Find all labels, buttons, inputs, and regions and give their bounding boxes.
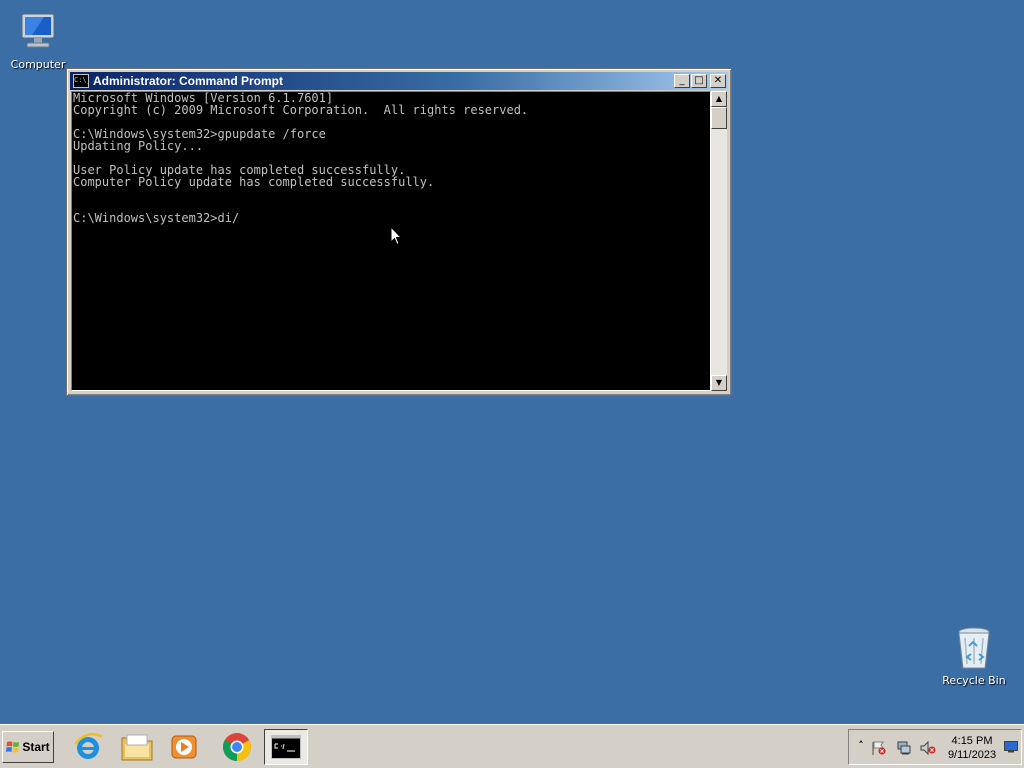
taskbar-app-internet-explorer[interactable]: [66, 729, 110, 765]
desktop-icon-label: Computer: [10, 58, 66, 71]
taskbar: Start ˄ 4:15 PM 9/11/2023: [0, 724, 1024, 768]
start-button[interactable]: Start: [2, 731, 54, 763]
system-clock[interactable]: 4:15 PM 9/11/2023: [941, 734, 1003, 762]
scroll-down-button[interactable]: ▼: [711, 375, 727, 391]
desktop-icon-recycle-bin[interactable]: Recycle Bin: [936, 624, 1012, 687]
internet-explorer-icon: [74, 732, 103, 759]
console-line: Computer Policy update has completed suc…: [73, 175, 435, 189]
recycle-bin-icon: [958, 627, 990, 669]
close-button[interactable]: ✕: [710, 74, 726, 88]
command-prompt-icon: [271, 735, 301, 759]
console-prompt-line[interactable]: C:\Windows\system32>di/: [72, 212, 710, 224]
vertical-scrollbar[interactable]: ▲ ▼: [711, 91, 727, 391]
show-desktop-icon[interactable]: [1004, 741, 1018, 753]
mouse-cursor-icon: [390, 226, 402, 246]
console-line: Copyright (c) 2009 Microsoft Corporation…: [73, 103, 529, 117]
taskbar-app-media-player[interactable]: [162, 729, 206, 765]
media-player-icon: [171, 735, 197, 759]
network-icon[interactable]: [896, 741, 912, 755]
desktop-icon-computer[interactable]: Computer: [0, 8, 76, 71]
action-center-flag-icon[interactable]: [871, 741, 887, 755]
start-label: Start: [22, 740, 50, 754]
scroll-up-button[interactable]: ▲: [711, 91, 727, 107]
volume-muted-icon[interactable]: [920, 741, 936, 755]
computer-icon: [21, 13, 55, 48]
scroll-thumb[interactable]: [711, 107, 727, 129]
command-prompt-icon: C:\_: [73, 74, 89, 88]
taskbar-app-command-prompt[interactable]: [264, 729, 308, 765]
taskbar-app-chrome[interactable]: [215, 729, 259, 765]
console-line: Updating Policy...: [73, 139, 204, 153]
window-controls: _ □ ✕: [673, 74, 726, 88]
clock-time: 4:15 PM: [951, 735, 993, 747]
chrome-icon: [223, 733, 251, 761]
taskbar-app-windows-explorer[interactable]: [115, 729, 159, 765]
maximize-button[interactable]: □: [691, 74, 707, 88]
windows-logo-icon: [6, 741, 20, 753]
clock-date: 9/11/2023: [947, 749, 997, 761]
window-titlebar[interactable]: C:\_ Administrator: Command Prompt _ □ ✕: [70, 72, 728, 90]
console-line: [72, 188, 710, 200]
show-hidden-icons-button[interactable]: ˄: [853, 739, 869, 753]
window-title: Administrator: Command Prompt: [93, 74, 284, 88]
notification-area: ˄ 4:15 PM 9/11/2023: [848, 729, 1022, 765]
windows-explorer-icon: [121, 734, 153, 761]
minimize-button[interactable]: _: [674, 74, 690, 88]
desktop-icon-label: Recycle Bin: [942, 674, 1006, 687]
